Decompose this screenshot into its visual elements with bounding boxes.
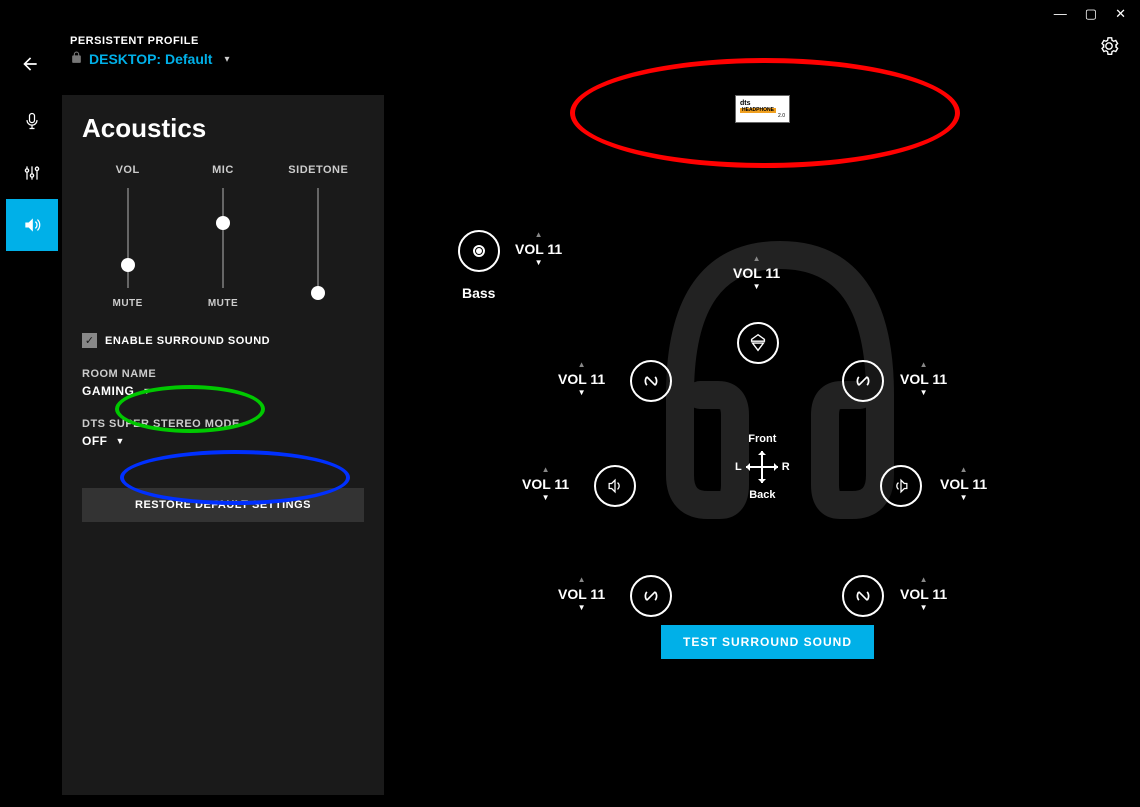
panel-title: Acoustics <box>82 113 364 144</box>
center-speaker-node[interactable] <box>737 322 779 364</box>
caret-up-icon[interactable]: ▲ <box>753 255 761 263</box>
caret-up-icon[interactable]: ▲ <box>960 466 968 474</box>
bass-volume[interactable]: VOL 11 <box>515 241 562 257</box>
caret-up-icon[interactable]: ▲ <box>578 361 586 369</box>
caret-down-icon[interactable]: ▼ <box>578 389 586 397</box>
sidetone-slider-label: SIDETONE <box>288 164 348 176</box>
front-right-volume[interactable]: VOL 11 <box>900 371 947 387</box>
back-label: Back <box>749 489 775 501</box>
caret-down-icon[interactable]: ▼ <box>578 604 586 612</box>
side-right-speaker-node[interactable] <box>880 465 922 507</box>
rear-left-volume[interactable]: VOL 11 <box>558 586 605 602</box>
mic-slider[interactable] <box>222 188 224 288</box>
front-left-volume[interactable]: VOL 11 <box>558 371 605 387</box>
vol-mute-label: MUTE <box>112 298 142 309</box>
window-close-button[interactable]: ✕ <box>1115 6 1126 22</box>
nav-mic-tab[interactable] <box>6 95 58 147</box>
lock-icon <box>70 51 83 67</box>
direction-cross-icon <box>746 451 778 483</box>
settings-gear-button[interactable] <box>1098 35 1120 63</box>
caret-down-icon[interactable]: ▼ <box>960 494 968 502</box>
caret-down-icon[interactable]: ▼ <box>753 283 761 291</box>
surround-checkbox-label: ENABLE SURROUND SOUND <box>105 335 270 347</box>
caret-up-icon[interactable]: ▲ <box>920 576 928 584</box>
front-right-speaker-node[interactable] <box>842 360 884 402</box>
front-label: Front <box>748 433 776 445</box>
side-left-volume[interactable]: VOL 11 <box>522 476 569 492</box>
caret-up-icon[interactable]: ▲ <box>578 576 586 584</box>
back-arrow-button[interactable] <box>20 35 40 81</box>
rear-right-volume[interactable]: VOL 11 <box>900 586 947 602</box>
dts-headphone-badge: dts HEADPHONE 2.0 <box>735 95 790 123</box>
room-name-label: ROOM NAME <box>82 368 364 380</box>
surround-checkbox[interactable]: ✓ <box>82 333 97 348</box>
chevron-down-icon: ▾ <box>224 54 229 65</box>
vol-slider[interactable] <box>127 188 129 288</box>
rear-left-speaker-node[interactable] <box>630 575 672 617</box>
caret-up-icon[interactable]: ▲ <box>542 466 550 474</box>
window-minimize-button[interactable]: — <box>1054 6 1067 22</box>
right-label: R <box>782 461 790 473</box>
bass-label: Bass <box>462 285 495 301</box>
bass-node[interactable] <box>458 230 500 272</box>
caret-down-icon[interactable]: ▼ <box>535 259 543 267</box>
profile-label: PERSISTENT PROFILE <box>70 35 229 47</box>
profile-selector[interactable]: DESKTOP: Default ▾ <box>70 51 229 67</box>
nav-acoustics-tab[interactable] <box>6 199 58 251</box>
left-label: L <box>735 461 742 473</box>
mic-mute-label: MUTE <box>208 298 238 309</box>
front-left-speaker-node[interactable] <box>630 360 672 402</box>
test-surround-button[interactable]: TEST SURROUND SOUND <box>661 625 874 659</box>
vol-slider-label: VOL <box>116 164 140 176</box>
side-left-speaker-node[interactable] <box>594 465 636 507</box>
caret-up-icon[interactable]: ▲ <box>920 361 928 369</box>
annotation-green-ellipse <box>115 385 265 433</box>
caret-down-icon[interactable]: ▼ <box>920 389 928 397</box>
rear-right-speaker-node[interactable] <box>842 575 884 617</box>
caret-down-icon[interactable]: ▼ <box>542 494 550 502</box>
chevron-down-icon: ▼ <box>116 436 125 446</box>
center-volume[interactable]: VOL 11 <box>733 265 780 281</box>
caret-down-icon[interactable]: ▼ <box>920 604 928 612</box>
mic-slider-label: MIC <box>212 164 234 176</box>
window-maximize-button[interactable]: ▢ <box>1085 6 1097 22</box>
sidetone-slider[interactable] <box>317 188 319 288</box>
side-right-volume[interactable]: VOL 11 <box>940 476 987 492</box>
dts-mode-dropdown[interactable]: OFF▼ <box>82 434 364 448</box>
caret-up-icon[interactable]: ▲ <box>535 231 543 239</box>
annotation-blue-ellipse <box>120 450 350 505</box>
nav-eq-tab[interactable] <box>6 147 58 199</box>
